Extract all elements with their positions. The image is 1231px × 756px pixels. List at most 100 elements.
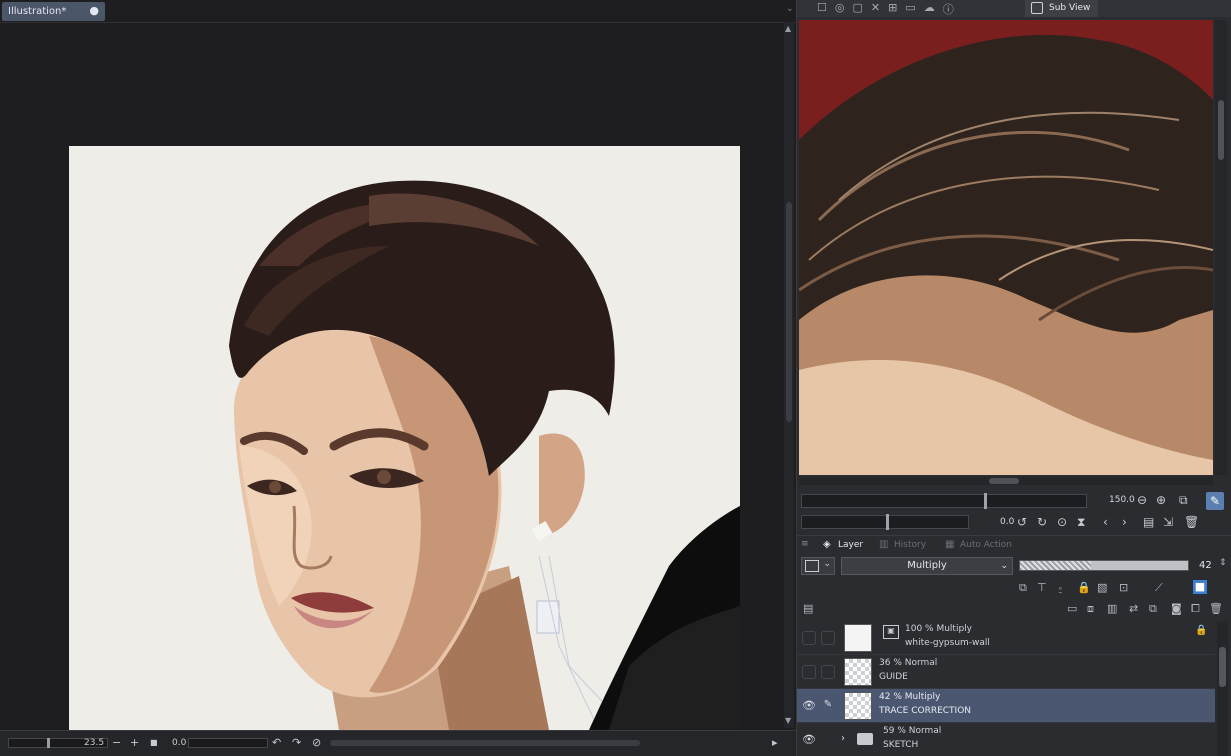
layer-color-icon[interactable]: ■ — [1193, 580, 1207, 594]
tab-history[interactable]: ▥ History — [879, 539, 926, 550]
subview-reference-image[interactable] — [799, 20, 1213, 475]
zoom-out-icon[interactable]: ⊖ — [1137, 493, 1147, 507]
layer-thumbnail — [844, 624, 872, 652]
fit-window-icon[interactable]: ⧉ — [1179, 493, 1188, 508]
subview-zoom-slider[interactable] — [801, 493, 1087, 509]
delete-layer-icon[interactable]: 🗑 — [1209, 602, 1223, 615]
tab-auto-action[interactable]: ▦ Auto Action — [945, 539, 1012, 550]
canvas-vertical-scrollbar[interactable]: ▲ ▼ — [784, 22, 794, 728]
reference-layer-icon[interactable]: ⊤ — [1037, 581, 1047, 594]
palette-icon[interactable]: ◎ — [835, 1, 845, 17]
rotate-right-icon[interactable]: ↷ — [292, 736, 301, 749]
rotate-right-icon[interactable]: ↻ — [1037, 515, 1047, 529]
scroll-right-arrow-icon[interactable]: ▸ — [772, 736, 778, 749]
info-icon[interactable]: ⓘ — [943, 1, 954, 17]
layer-panel-toggle-icon[interactable]: ▤ — [803, 602, 813, 615]
scroll-up-arrow-icon[interactable]: ▲ — [785, 24, 791, 33]
scroll-down-arrow-icon[interactable]: ▼ — [785, 716, 791, 725]
cloud-icon[interactable]: ☁ — [924, 1, 935, 17]
clip-icon[interactable]: ▢ — [852, 1, 862, 17]
zoom-in-icon[interactable]: ⊕ — [1156, 493, 1166, 507]
rotation-slider[interactable] — [188, 738, 268, 748]
tab-auto-action-label: Auto Action — [960, 540, 1012, 550]
subview-rotation-slider[interactable] — [801, 514, 969, 530]
clip-layer-icon[interactable]: ⧉ — [1019, 581, 1027, 595]
new-raster-layer-icon[interactable]: ▭ — [1067, 602, 1077, 615]
tab-sub-view[interactable]: Sub View — [1025, 0, 1099, 17]
open-folder-icon[interactable]: ▤ — [1143, 515, 1154, 529]
clip-studio-window: Illustration* ● ⌄ ▲ ▼ 23.5 − + ■ 0.0 ↶ ↷… — [0, 0, 1231, 756]
scrollbar-thumb[interactable] — [786, 202, 792, 422]
rotate-left-icon[interactable]: ↶ — [272, 736, 281, 749]
draft-layer-icon[interactable]: ⍛ — [1057, 581, 1064, 595]
chevron-down-icon[interactable]: ⌄ — [786, 4, 794, 14]
lock-icon[interactable]: 🔒 — [1077, 581, 1091, 594]
reset-rotation-icon[interactable]: ⊙ — [1057, 515, 1067, 529]
lock-transparency-icon[interactable]: ▧ — [1097, 581, 1107, 594]
duplicate-icon[interactable]: ⧠ — [1191, 602, 1200, 616]
edit-target-slot[interactable] — [821, 631, 835, 645]
eye-icon[interactable]: 👁 — [802, 699, 816, 713]
layer-row[interactable]: 👁 › 59 % Normal SKETCH — [797, 723, 1215, 756]
right-panel: ☐ ◎ ▢ ✕ ⊞ ▭ ☁ ⓘ Sub View 150.0 ⊖ ⊕ ⧉ ✎ 0… — [796, 0, 1231, 756]
mask-icon[interactable]: ◙ — [1171, 602, 1182, 615]
layer-color-dropdown[interactable]: ⌄ — [801, 557, 835, 575]
new-vector-layer-icon[interactable]: ⧈ — [1087, 602, 1094, 616]
subview-zoom-value[interactable]: 150.0 — [1109, 495, 1135, 505]
layer-list: ▣ 100 % Multiply white-gypsum-wall 🔒 36 … — [797, 621, 1217, 756]
drawing-canvas[interactable] — [69, 146, 740, 730]
layer-thumbnail — [844, 692, 872, 720]
panel-menu-icon[interactable]: ≡ — [801, 539, 809, 549]
subview-rotation-controls: 0.0 ↺ ↻ ⊙ ⧗ ‹ › ▤ ⇲ 🗑 — [797, 512, 1231, 534]
tab-close-icon[interactable]: ● — [89, 4, 99, 17]
trash-icon[interactable]: 🗑 — [1184, 515, 1199, 529]
opacity-slider[interactable] — [1019, 560, 1189, 571]
visibility-toggle[interactable] — [802, 665, 816, 679]
navigator-icon[interactable]: ☐ — [817, 1, 827, 17]
chevron-right-icon[interactable]: › — [841, 733, 845, 744]
edit-target-slot[interactable] — [821, 665, 835, 679]
mask-enable-icon[interactable]: ⊡ — [1119, 581, 1128, 594]
visibility-toggle[interactable] — [802, 631, 816, 645]
tab-layer[interactable]: ◈ Layer — [823, 539, 863, 550]
subview-horizontal-scrollbar[interactable] — [799, 477, 1213, 485]
pen-icon[interactable]: ✎ — [821, 699, 835, 713]
eye-icon[interactable]: 👁 — [802, 733, 816, 747]
chevron-down-icon: ⌄ — [1000, 561, 1008, 571]
opacity-value[interactable]: 42 — [1199, 560, 1212, 571]
blend-mode-select[interactable]: Multiply ⌄ — [841, 557, 1013, 575]
layer-list-scrollbar[interactable] — [1217, 621, 1228, 756]
layer-row[interactable]: ▣ 100 % Multiply white-gypsum-wall 🔒 — [797, 621, 1215, 655]
folder-icon — [857, 733, 873, 745]
zoom-out-icon[interactable]: − — [112, 736, 121, 749]
canvas-horizontal-scrollbar[interactable] — [330, 740, 640, 746]
transfer-icon[interactable]: ⇄ — [1129, 602, 1138, 615]
chevron-left-icon[interactable]: ‹ — [1103, 515, 1108, 529]
subview-rotation-value[interactable]: 0.0 — [1000, 517, 1014, 527]
layer-row-selected[interactable]: 👁 ✎ 42 % Multiply TRACE CORRECTION — [797, 689, 1215, 723]
zoom-value[interactable]: 23.5 — [84, 738, 104, 748]
document-tab[interactable]: Illustration* ● — [2, 2, 105, 21]
rotate-left-icon[interactable]: ↺ — [1017, 515, 1027, 529]
combine-icon[interactable]: ⧉ — [1149, 602, 1157, 616]
ruler-icon[interactable]: ⟋ — [1155, 581, 1163, 595]
import-icon[interactable]: ⇲ — [1163, 515, 1173, 529]
layer-properties-row: ⌄ Multiply ⌄ 42 ⇕ — [797, 555, 1231, 577]
flip-icon[interactable]: ⧗ — [1077, 515, 1085, 530]
layer-color-swatch — [805, 560, 819, 572]
rotation-value[interactable]: 0.0 — [172, 738, 186, 748]
layer-row[interactable]: 36 % Normal GUIDE — [797, 655, 1215, 689]
tools-icon[interactable]: ✕ — [871, 1, 880, 17]
chevron-right-icon[interactable]: › — [1122, 515, 1127, 529]
material-icon[interactable]: ▭ — [905, 1, 915, 17]
eyedropper-icon[interactable]: ✎ — [1206, 492, 1224, 510]
grid-icon[interactable]: ⊞ — [888, 1, 897, 17]
canvas-status-bar: 23.5 − + ■ 0.0 ↶ ↷ ⊘ ▸ — [0, 730, 796, 756]
hair-reference-photo — [799, 20, 1213, 475]
reset-rotation-icon[interactable]: ⊘ — [312, 736, 321, 749]
zoom-in-icon[interactable]: + — [130, 736, 139, 749]
fit-icon[interactable]: ■ — [150, 738, 158, 747]
new-folder-icon[interactable]: ▥ — [1107, 602, 1117, 615]
stepper-icon[interactable]: ⇕ — [1219, 558, 1227, 568]
subview-vertical-scrollbar[interactable] — [1215, 20, 1227, 475]
